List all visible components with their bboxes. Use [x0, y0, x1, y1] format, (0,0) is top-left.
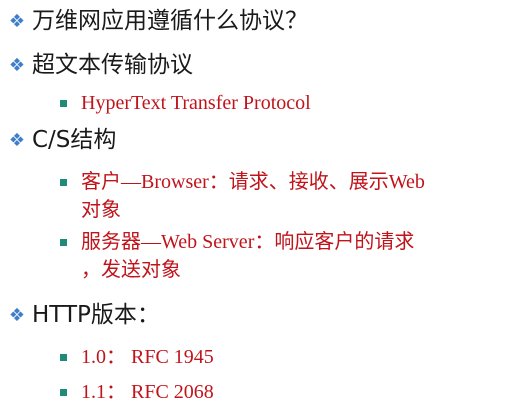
bullet-cs-structure: ❖ C/S结构 [6, 126, 117, 155]
bullet-question: ❖ 万维网应用遵循什么协议？ [6, 7, 308, 36]
sub-bullet-client: 客户—Browser：请求、接收、展示Web [58, 168, 425, 196]
sub-bullet-server-line2: ，发送对象 [81, 259, 181, 281]
bullet-http-versions-text: HTTP版本： [32, 302, 160, 328]
diamond-bullet-icon: ❖ [8, 11, 26, 32]
sub-bullet-server-line1: 服务器—Web Server：响应客户的请求 [81, 231, 415, 253]
bullet-hypertext-protocol: ❖ 超文本传输协议 [6, 51, 193, 80]
bullet-http-versions: ❖ HTTP版本： [6, 301, 160, 330]
sub-bullet-http11-text: 1.1： RFC 2068 [81, 381, 214, 403]
sub-bullet-client-line1: 客户—Browser：请求、接收、展示Web [81, 171, 425, 193]
slide: ❖ 万维网应用遵循什么协议？ ❖ 超文本传输协议 HyperText Transfe… [0, 0, 516, 408]
diamond-bullet-icon: ❖ [8, 55, 26, 76]
diamond-bullet-icon: ❖ [8, 305, 26, 326]
bullet-question-text: 万维网应用遵循什么协议？ [32, 8, 308, 34]
sub-bullet-http10-text: 1.0： RFC 1945 [81, 346, 214, 368]
bullet-hypertext-protocol-text: 超文本传输协议 [32, 52, 193, 78]
sub-bullet-client-line2: 对象 [81, 199, 121, 221]
diamond-bullet-icon: ❖ [8, 130, 26, 151]
sub-bullet-http10: 1.0： RFC 1945 [58, 343, 214, 371]
sub-bullet-server: 服务器—Web Server：响应客户的请求 [58, 228, 414, 256]
sub-bullet-http-fullname-text: HyperText Transfer Protocol [81, 92, 311, 114]
bullet-cs-structure-text: C/S结构 [32, 127, 117, 153]
sub-bullet-http-fullname: HyperText Transfer Protocol [58, 89, 311, 117]
sub-bullet-http11: 1.1： RFC 2068 [58, 378, 214, 406]
